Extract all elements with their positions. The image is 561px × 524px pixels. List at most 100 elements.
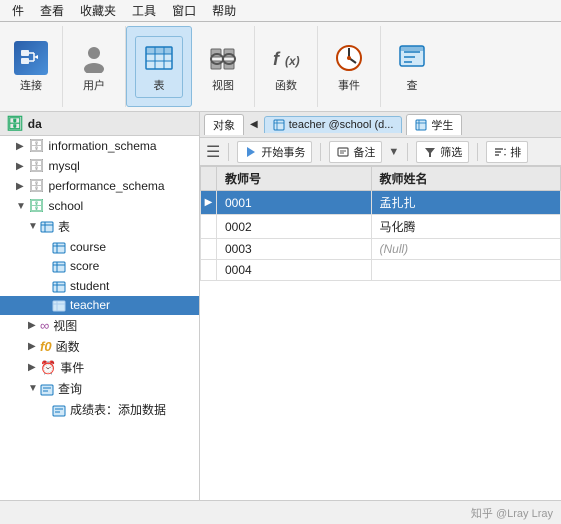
row-indicator: ▶ [201,191,217,215]
sidebar-label: student [70,279,109,293]
view-icon [206,41,240,75]
table-icon [52,298,66,314]
tree-expand-arrow: ▶ [28,341,40,352]
sidebar-label: mysql [49,159,80,173]
data-table-container: 教师号 教师姓名 ▶ 0001 孟扎扎 0002 马化腾 [200,166,561,500]
func-button[interactable]: f (x) 函数 [263,37,309,97]
event-icon [332,41,366,75]
func-folder-icon: f0 [40,339,52,354]
toolbar-sep-3 [407,143,408,161]
sidebar-item-score[interactable]: ▶ score [0,257,199,277]
sidebar-item-performance-schema[interactable]: ▶ 🗄 performance_schema [0,176,199,196]
cell-id[interactable]: 0004 [217,260,372,281]
row-indicator [201,260,217,281]
sidebar-item-course[interactable]: ▶ course [0,237,199,257]
tree-expand-arrow: ▶ [16,181,28,192]
sidebar-item-student[interactable]: ▶ student [0,276,199,296]
menu-item-view[interactable]: 查看 [32,0,72,21]
cell-id[interactable]: 0002 [217,215,372,239]
connect-label: 连接 [20,77,42,93]
row-indicator [201,239,217,260]
view-folder-icon: ∞ [40,318,49,333]
toolbar-sep-2 [320,143,321,161]
sidebar-label: 事件 [60,359,84,376]
tree-expand-arrow: ▶ [28,320,40,331]
filter-label: 筛选 [440,144,462,160]
db-icon: 🗄 [28,158,45,174]
cell-id[interactable]: 0003 [217,239,372,260]
sidebar-label: performance_schema [49,179,165,193]
sidebar-label: 表 [58,218,70,235]
menu-item-tools[interactable]: 工具 [124,0,164,21]
view-button[interactable]: 视图 [200,37,246,97]
table-button[interactable]: 表 [135,36,183,98]
begin-tx-button[interactable]: 开始事务 [237,141,312,163]
cell-name-null[interactable]: (Null) [371,239,561,260]
func-icon: f (x) [269,41,303,75]
menu-item-file[interactable]: 件 [4,0,32,21]
begin-tx-label: 开始事务 [261,144,305,160]
table-icon [52,259,66,275]
nav-back-button[interactable]: ◀ [248,117,260,132]
connect-button[interactable]: 连接 [8,37,54,97]
cell-id[interactable]: 0001 [217,191,372,215]
tree-expand-arrow: ▼ [16,201,28,212]
sidebar-label: school [49,199,84,213]
event-button[interactable]: 事件 [326,37,372,97]
tab-objects[interactable]: 对象 [204,114,244,135]
sidebar-item-query-grades[interactable]: ▶ 成绩表：添加数据 [0,399,199,420]
sidebar-db-icon: 🗄 [6,115,24,132]
sidebar-item-mysql[interactable]: ▶ 🗄 mysql [0,156,199,176]
menu-item-favorites[interactable]: 收藏夹 [72,0,124,21]
sort-icon [493,145,507,159]
sidebar: 🗄 da ▶ 🗄 information_schema ▶ 🗄 mysql ▶ … [0,112,200,500]
cell-name[interactable] [371,260,561,281]
col-teacher-id: 教师号 [217,167,372,191]
sidebar-label: 视图 [53,317,77,334]
sidebar-item-events-folder[interactable]: ▶ ⏰ 事件 [0,357,199,378]
table-icon [52,278,66,294]
table-row[interactable]: 0003 (Null) [201,239,561,260]
tree-expand-arrow: ▼ [28,383,40,394]
sort-button[interactable]: 排 [486,141,528,163]
sidebar-item-school[interactable]: ▼ 🗄 school [0,196,199,216]
tree-expand-arrow: ▼ [28,221,40,232]
sidebar-item-tables-folder[interactable]: ▼ 表 [0,216,199,237]
user-icon [77,41,111,75]
query-icon [395,41,429,75]
sidebar-item-teacher[interactable]: ▶ teacher [0,296,199,316]
table-icon [52,239,66,255]
sidebar-item-funcs-folder[interactable]: ▶ f0 函数 [0,336,199,357]
menu-item-window[interactable]: 窗口 [164,0,204,21]
connect-icon [14,41,48,75]
menu-icon[interactable]: ☰ [206,142,220,162]
table-row[interactable]: 0004 [201,260,561,281]
table-row[interactable]: ▶ 0001 孟扎扎 [201,191,561,215]
table-tab-icon [273,119,285,131]
bottom-bar: 知乎 @Lray Lray [0,500,561,524]
user-button[interactable]: 用户 [71,37,117,97]
toolbar-query-section: 查 [381,26,443,107]
col-indicator [201,167,217,191]
tab-student[interactable]: 学生 [406,114,462,135]
table-row[interactable]: 0002 马化腾 [201,215,561,239]
view-label: 视图 [212,77,234,93]
query-button[interactable]: 查 [389,37,435,97]
sidebar-label: 函数 [56,338,80,355]
menu-item-help[interactable]: 帮助 [204,0,244,21]
tab-teacher[interactable]: teacher @school (d... [264,116,403,133]
filter-button[interactable]: 筛选 [416,141,469,163]
sidebar-item-queries-folder[interactable]: ▼ 查询 [0,378,199,399]
cell-name[interactable]: 马化腾 [371,215,561,239]
backup-icon [336,145,350,159]
sidebar-item-information-schema[interactable]: ▶ 🗄 information_schema [0,136,199,156]
tree-expand-arrow: ▶ [16,161,28,172]
backup-button[interactable]: 备注 [329,141,382,163]
tab-objects-label: 对象 [213,117,235,133]
query-icon [52,402,66,418]
col-teacher-name: 教师姓名 [371,167,561,191]
cell-name[interactable]: 孟扎扎 [371,191,561,215]
tree-expand-arrow: ▶ [28,362,40,373]
sidebar-item-views-folder[interactable]: ▶ ∞ 视图 [0,315,199,336]
content-tab-bar: 对象 ◀ teacher @school (d... 学生 [200,112,561,138]
